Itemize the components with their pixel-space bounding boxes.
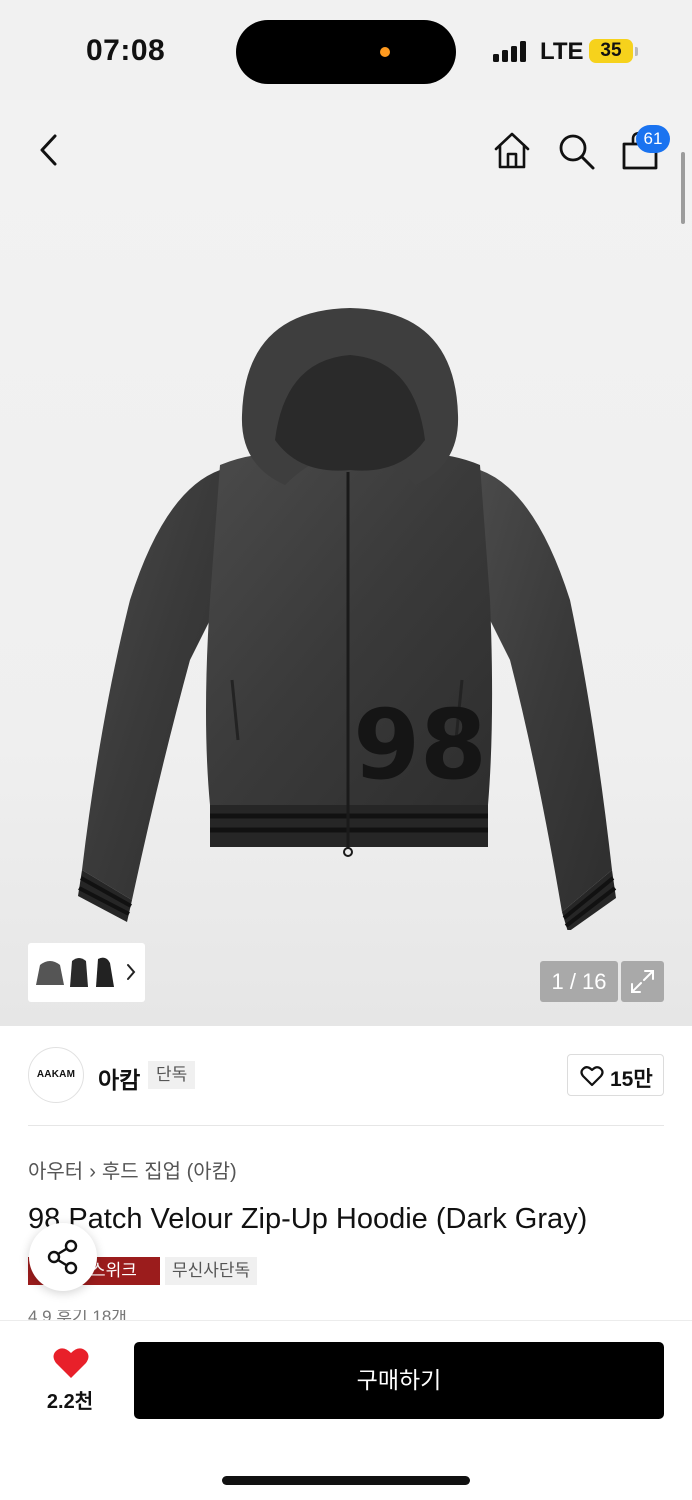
breadcrumb-parent[interactable]: 아우터 [28,1161,83,1183]
chevron-right-icon[interactable] [125,962,137,982]
brand-logo[interactable]: AAKAM [28,1047,84,1103]
buy-button[interactable]: 구매하기 [134,1342,664,1419]
thumbnail-3[interactable] [92,953,116,991]
heart-filled-icon[interactable] [52,1346,90,1380]
exclusive-tag: 단독 [148,1061,196,1089]
network-type: LTE [540,38,584,65]
wishlist-count: 2.2천 [46,1391,94,1413]
image-page-counter: 1 / 16 [540,961,618,1002]
exclusive-badge: 무신사단독 [165,1257,258,1285]
expand-icon [631,970,654,993]
divider [28,1125,664,1126]
status-time: 07:08 [86,34,166,67]
breadcrumb: 아우터 › 후드 집업 (아캄) [28,1155,237,1184]
search-icon[interactable] [556,131,596,171]
cart-count-badge: 61 [636,125,670,153]
status-bar: 07:08 LTE 35 [0,0,692,100]
brand-like-count: 15만 [610,1068,653,1091]
recording-dot [380,47,390,57]
chevron-left-icon[interactable] [30,130,70,170]
scrollbar[interactable] [681,152,685,224]
brand-like-button[interactable]: 15만 [567,1054,664,1096]
rating-summary: 4.9 후기 18개 [28,1310,127,1320]
brand-name[interactable]: 아캄 [98,1061,140,1095]
product-title: 98 Patch Velour Zip-Up Hoodie (Dark Gray… [28,1203,588,1235]
chevron-right-icon: › [89,1161,96,1183]
product-image: 98 [78,308,617,930]
share-button[interactable] [29,1223,97,1291]
dynamic-island [236,20,456,84]
signal-icon [493,40,529,62]
expand-button[interactable] [621,961,664,1002]
battery-icon: 35 [589,39,633,63]
home-icon[interactable] [492,130,532,170]
share-icon [47,1239,78,1275]
thumbnail-strip[interactable] [28,943,145,1002]
home-indicator[interactable] [222,1476,470,1485]
thumbnail-1[interactable] [34,953,66,991]
svg-text:98: 98 [353,689,487,801]
thumbnail-2[interactable] [68,953,90,991]
breadcrumb-child[interactable]: 후드 집업 (아캄) [102,1161,237,1183]
battery-cap [635,47,638,56]
heart-outline-icon [580,1066,604,1087]
